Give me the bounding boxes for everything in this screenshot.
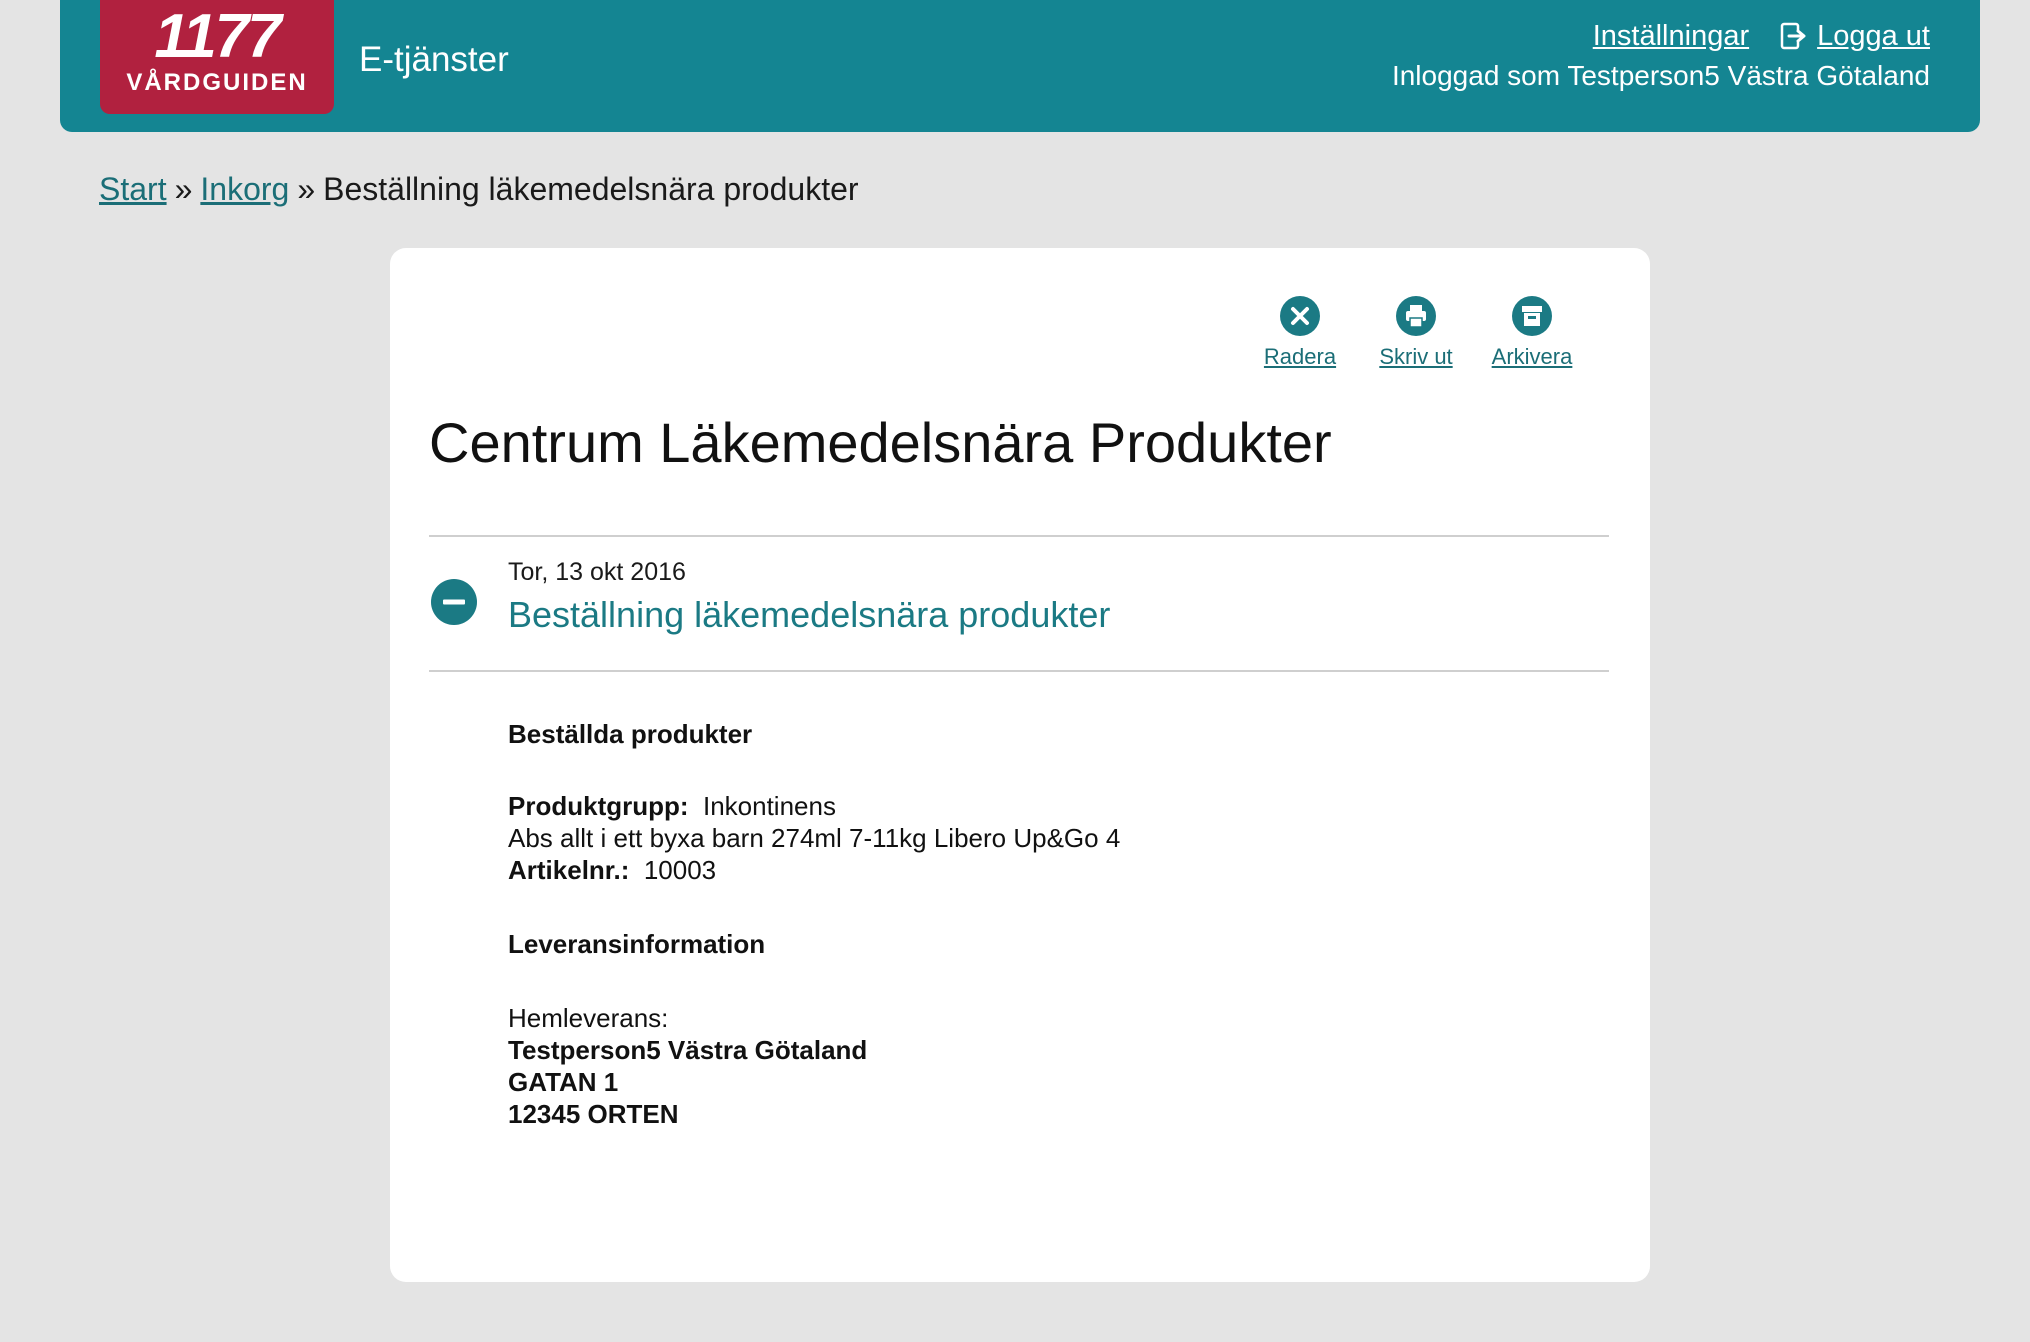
site-header: 1177 VÅRDGUIDEN E-tjänster Inställningar… [60,0,1980,132]
article-line: Artikelnr.: 10003 [508,854,1508,886]
recipient-name: Testperson5 Västra Götaland [508,1035,868,1065]
logo[interactable]: 1177 VÅRDGUIDEN [100,0,334,114]
message-card: Radera Skriv ut Arkivera Centrum Läkemed… [390,248,1650,1282]
archive-button[interactable]: Arkivera [1474,296,1590,372]
breadcrumb-inbox[interactable]: Inkorg [200,171,289,207]
collapse-icon[interactable] [431,579,477,625]
logout-link[interactable]: Logga ut [1817,18,1930,54]
article-value: 10003 [643,855,717,885]
breadcrumb-separator: » [297,171,316,207]
archive-label: Arkivera [1491,344,1573,369]
breadcrumb-start[interactable]: Start [99,171,167,207]
breadcrumb: Start» Inkorg» Beställning läkemedelsnära … [99,168,859,210]
print-label: Skriv ut [1379,344,1453,369]
logout-icon [1780,22,1806,50]
ordered-products-heading: Beställda produkter [508,719,753,749]
logo-text: VÅRDGUIDEN [126,69,308,96]
product-group-line: Produktgrupp: Inkontinens [508,790,1508,822]
print-icon [1396,296,1436,336]
article-label: Artikelnr.: [508,855,630,885]
message-actions: Radera Skriv ut Arkivera [1242,296,1590,372]
divider [429,670,1609,672]
page-title: Centrum Läkemedelsnära Produkter [429,411,1332,474]
delete-icon [1280,296,1320,336]
print-button[interactable]: Skriv ut [1358,296,1474,372]
delivery-heading: Leveransinformation [508,929,766,959]
street-address: GATAN 1 [508,1067,619,1097]
service-name: E-tjänster [359,40,509,79]
breadcrumb-separator: » [174,171,193,207]
archive-icon [1512,296,1552,336]
divider [429,535,1609,537]
logged-in-user: Inloggad som Testperson5 Västra Götaland [1391,60,1930,91]
postal-address: 12345 ORTEN [508,1099,679,1129]
message-subject[interactable]: Beställning läkemedelsnära produkter [508,592,1110,638]
product-group-value: Inkontinens [702,791,836,821]
delete-button[interactable]: Radera [1242,296,1358,372]
delete-label: Radera [1263,344,1337,369]
product-group-label: Produktgrupp: [508,791,689,821]
message-date: Tor, 13 okt 2016 [508,558,686,586]
logout-group[interactable]: Logga ut [1779,18,1930,54]
message-body: Beställda produkter Produktgrupp: Inkont… [508,718,1508,1130]
settings-link[interactable]: Inställningar [1593,18,1749,54]
breadcrumb-current: Beställning läkemedelsnära produkter [323,171,859,207]
logo-number: 1177 [154,2,281,71]
delivery-type: Hemleverans: [508,1003,669,1033]
product-name: Abs allt i ett byxa barn 274ml 7-11kg Li… [508,823,1121,853]
user-menu: Inställningar Logga ut Inloggad som Test… [1392,18,1930,96]
